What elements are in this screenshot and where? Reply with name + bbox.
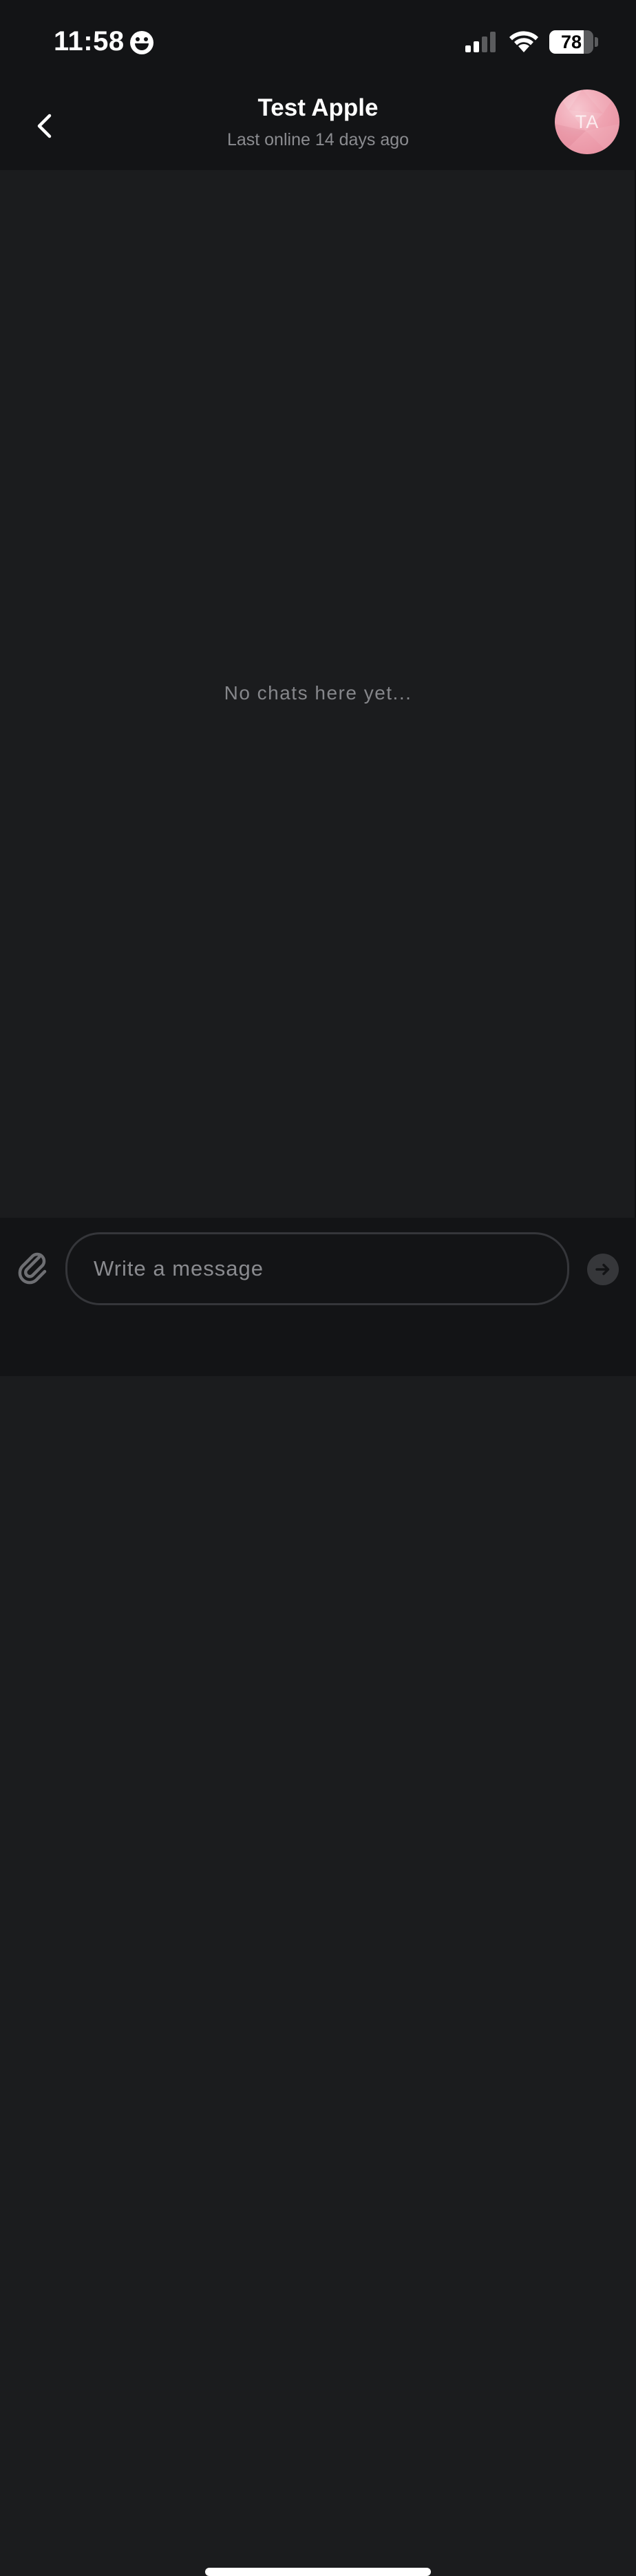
contact-name: Test Apple xyxy=(257,94,379,121)
battery-indicator: 78 xyxy=(549,30,593,54)
smiley-face-icon xyxy=(130,31,153,54)
paperclip-icon xyxy=(18,1252,47,1285)
last-online-status: Last online 14 days ago xyxy=(226,130,410,149)
status-bar: 11:58 78 xyxy=(0,0,636,79)
home-indicator[interactable] xyxy=(205,2568,431,2576)
chat-header: Test Apple Last online 14 days ago TA xyxy=(0,79,636,170)
empty-chat-message: No chats here yet... xyxy=(224,682,412,704)
status-time: 11:58 xyxy=(54,26,125,56)
message-composer xyxy=(0,1218,636,2576)
cellular-signal-icon xyxy=(465,32,496,52)
battery-level: 78 xyxy=(560,32,582,52)
attach-button[interactable] xyxy=(17,1248,51,1289)
arrow-right-icon xyxy=(595,1263,610,1276)
send-button[interactable] xyxy=(587,1254,619,1285)
avatar[interactable]: TA xyxy=(555,89,619,154)
avatar-initials: TA xyxy=(575,112,600,132)
wifi-icon xyxy=(509,31,538,52)
chat-area[interactable]: No chats here yet... xyxy=(0,170,636,1218)
battery-nub xyxy=(595,37,598,47)
message-input[interactable] xyxy=(65,1232,569,1305)
